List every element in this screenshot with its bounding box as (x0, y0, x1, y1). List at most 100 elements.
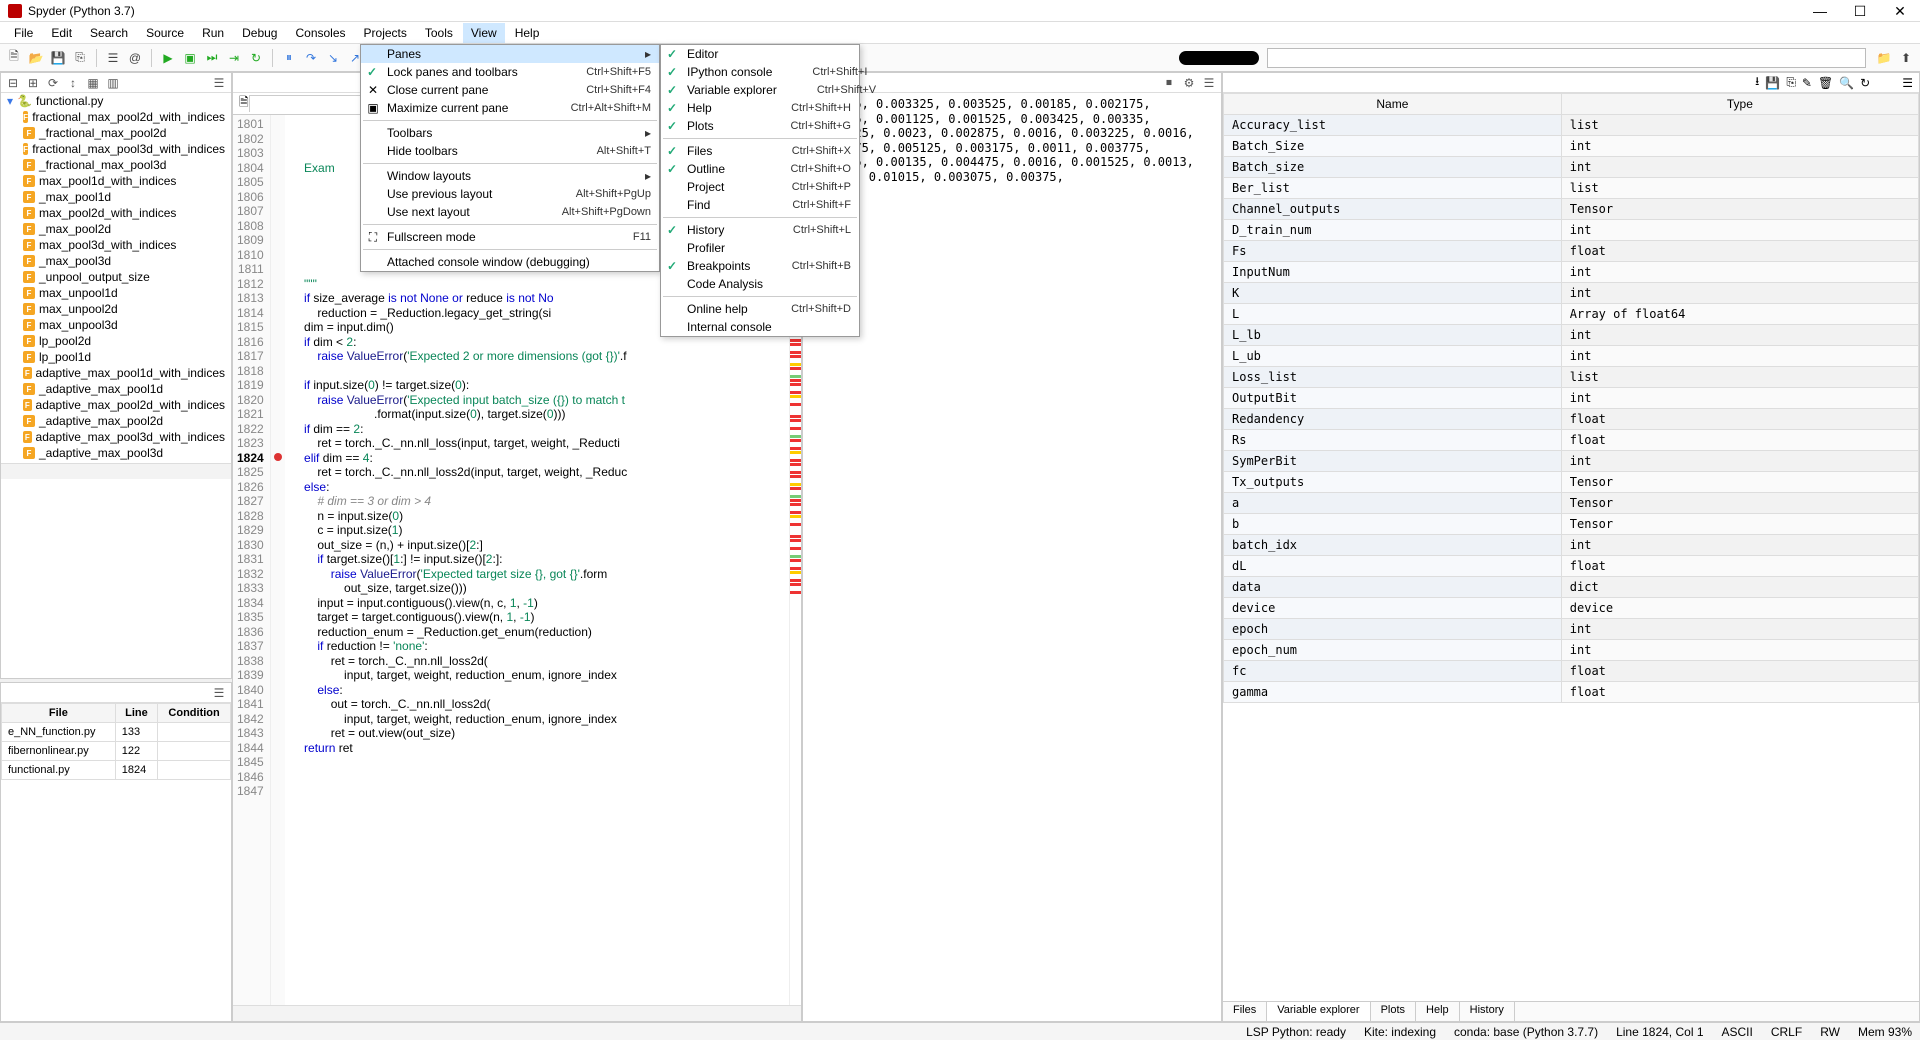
outline-item[interactable]: F max_unpool2d (1, 301, 231, 317)
console-stop-icon[interactable]: ⏹ (1161, 75, 1177, 91)
outline-item[interactable]: F _max_pool1d (1, 189, 231, 205)
menu-item[interactable]: ✓BreakpointsCtrl+Shift+B (661, 257, 859, 275)
outline-item[interactable]: F adaptive_max_pool2d_with_indices (1, 397, 231, 413)
breakpoints-menu-icon[interactable]: ☰ (211, 685, 227, 701)
menu-item[interactable]: Profiler (661, 239, 859, 257)
clear-icon[interactable]: ✎ (1802, 76, 1812, 90)
step-into-icon[interactable]: ↘ (323, 48, 343, 68)
folder-browse-icon[interactable]: 📁 (1874, 48, 1894, 68)
table-row[interactable]: Tx_outputsTensor (1224, 472, 1919, 493)
table-row[interactable]: datadict (1224, 577, 1919, 598)
table-row[interactable]: L_lbint (1224, 325, 1919, 346)
outline-item[interactable]: F _adaptive_max_pool1d (1, 381, 231, 397)
table-row[interactable]: fibernonlinear.py122 (2, 742, 231, 761)
table-row[interactable]: dLfloat (1224, 556, 1919, 577)
table-row[interactable]: Fsfloat (1224, 241, 1919, 262)
outline-item[interactable]: F _adaptive_max_pool2d (1, 413, 231, 429)
table-row[interactable]: bTensor (1224, 514, 1919, 535)
list-icon[interactable]: ☰ (103, 48, 123, 68)
menu-item[interactable]: ✓HelpCtrl+Shift+H (661, 99, 859, 117)
maximize-button[interactable]: ☐ (1840, 0, 1880, 22)
menu-item[interactable]: Use next layoutAlt+Shift+PgDown (361, 203, 659, 221)
table-row[interactable]: OutputBitint (1224, 388, 1919, 409)
table-row[interactable]: aTensor (1224, 493, 1919, 514)
save-data-icon[interactable]: 💾 (1765, 76, 1780, 90)
outline-item[interactable]: F max_pool2d_with_indices (1, 205, 231, 221)
table-row[interactable]: Ber_listlist (1224, 178, 1919, 199)
table-row[interactable]: Accuracy_listlist (1224, 115, 1919, 136)
run-cell-advance-icon[interactable]: ⏭ (202, 48, 222, 68)
view-menu[interactable]: Panes▸✓Lock panes and toolbarsCtrl+Shift… (360, 44, 660, 272)
outline-restore-icon[interactable]: ⟳ (45, 75, 61, 91)
menu-item[interactable]: ✓IPython consoleCtrl+Shift+I (661, 63, 859, 81)
up-dir-icon[interactable]: ⬆ (1896, 48, 1916, 68)
table-row[interactable]: e_NN_function.py133 (2, 723, 231, 742)
bp-header[interactable]: Condition (158, 704, 231, 723)
menu-item[interactable]: Panes▸ (361, 45, 659, 63)
menu-item[interactable]: ✓Variable explorerCtrl+Shift+V (661, 81, 859, 99)
tab-help[interactable]: Help (1416, 1002, 1460, 1021)
minimize-button[interactable]: — (1800, 0, 1840, 22)
table-row[interactable]: epochint (1224, 619, 1919, 640)
menu-view[interactable]: View (463, 23, 505, 43)
table-row[interactable]: gammafloat (1224, 682, 1919, 703)
table-row[interactable]: batch_idxint (1224, 535, 1919, 556)
outline-item[interactable]: F _adaptive_max_pool3d (1, 445, 231, 461)
outline-sort-icon[interactable]: ↕ (65, 75, 81, 91)
varexp-header[interactable]: Type (1561, 94, 1918, 115)
menu-item[interactable]: Toolbars▸ (361, 124, 659, 142)
menu-item[interactable]: ✓OutlineCtrl+Shift+O (661, 160, 859, 178)
menu-item[interactable]: Attached console window (debugging) (361, 253, 659, 271)
outline-item[interactable]: F max_pool1d_with_indices (1, 173, 231, 189)
close-button[interactable]: ✕ (1880, 0, 1920, 22)
menu-item[interactable]: Hide toolbarsAlt+Shift+T (361, 142, 659, 160)
table-row[interactable]: Rsfloat (1224, 430, 1919, 451)
run-cell-icon[interactable]: ▣ (180, 48, 200, 68)
table-row[interactable]: LArray of float64 (1224, 304, 1919, 325)
table-row[interactable]: Loss_listlist (1224, 367, 1919, 388)
varexp-table[interactable]: NameTypeAccuracy_listlistBatch_SizeintBa… (1223, 93, 1919, 703)
varexp-menu-icon[interactable]: ☰ (1902, 76, 1913, 90)
rerun-icon[interactable]: ↻ (246, 48, 266, 68)
menu-item[interactable]: Internal console (661, 318, 859, 336)
menu-item[interactable]: ▣Maximize current paneCtrl+Alt+Shift+M (361, 99, 659, 117)
outline-item[interactable]: F max_unpool1d (1, 285, 231, 301)
bp-header[interactable]: Line (115, 704, 157, 723)
menu-item[interactable]: Online helpCtrl+Shift+D (661, 300, 859, 318)
table-row[interactable]: SymPerBitint (1224, 451, 1919, 472)
menu-projects[interactable]: Projects (356, 23, 415, 43)
outline-item[interactable]: F lp_pool1d (1, 349, 231, 365)
table-row[interactable]: epoch_numint (1224, 640, 1919, 661)
panes-submenu[interactable]: ✓Editor✓IPython consoleCtrl+Shift+I✓Vari… (660, 44, 860, 337)
menu-file[interactable]: File (6, 23, 41, 43)
open-file-icon[interactable]: 📂 (26, 48, 46, 68)
menu-item[interactable]: ✓HistoryCtrl+Shift+L (661, 221, 859, 239)
outline-item[interactable]: F fractional_max_pool3d_with_indices (1, 141, 231, 157)
outline-item[interactable]: F max_unpool3d (1, 317, 231, 333)
menu-item[interactable]: Window layouts▸ (361, 167, 659, 185)
table-row[interactable]: fcfloat (1224, 661, 1919, 682)
menu-help[interactable]: Help (507, 23, 548, 43)
outline-item[interactable]: F adaptive_max_pool3d_with_indices (1, 429, 231, 445)
menu-search[interactable]: Search (82, 23, 136, 43)
menu-tools[interactable]: Tools (417, 23, 461, 43)
outline-item[interactable]: F adaptive_max_pool1d_with_indices (1, 365, 231, 381)
menu-item[interactable]: ✓Lock panes and toolbarsCtrl+Shift+F5 (361, 63, 659, 81)
outline-item[interactable]: F _max_pool2d (1, 221, 231, 237)
outline-item[interactable]: F _fractional_max_pool2d (1, 125, 231, 141)
import-icon[interactable]: ⭳ (1755, 72, 1759, 93)
outline-item[interactable]: F _unpool_output_size (1, 269, 231, 285)
console-menu-icon[interactable]: ☰ (1201, 75, 1217, 91)
table-row[interactable]: L_ubint (1224, 346, 1919, 367)
new-file-icon[interactable]: 🗎 (4, 48, 24, 68)
menu-item[interactable]: Use previous layoutAlt+Shift+PgUp (361, 185, 659, 203)
outline-item[interactable]: F max_pool3d_with_indices (1, 237, 231, 253)
menu-item[interactable]: FindCtrl+Shift+F (661, 196, 859, 214)
save-all-icon[interactable]: ⎘ (70, 48, 90, 68)
outline-menu-icon[interactable]: ☰ (211, 75, 227, 91)
outline-item[interactable]: F fractional_max_pool2d_with_indices (1, 109, 231, 125)
outline-item[interactable]: F _fractional_max_pool3d (1, 157, 231, 173)
run-icon[interactable]: ▶ (158, 48, 178, 68)
menu-source[interactable]: Source (138, 23, 192, 43)
tab-files[interactable]: Files (1223, 1002, 1267, 1021)
